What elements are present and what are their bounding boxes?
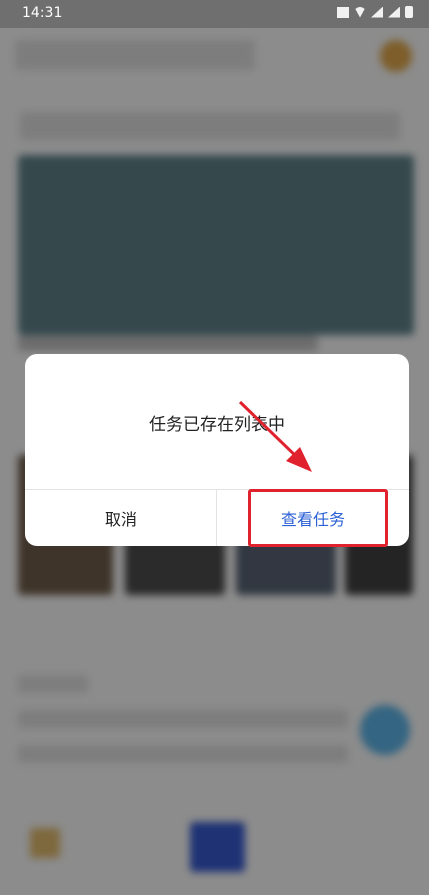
pointer-arrow-icon — [238, 400, 312, 472]
